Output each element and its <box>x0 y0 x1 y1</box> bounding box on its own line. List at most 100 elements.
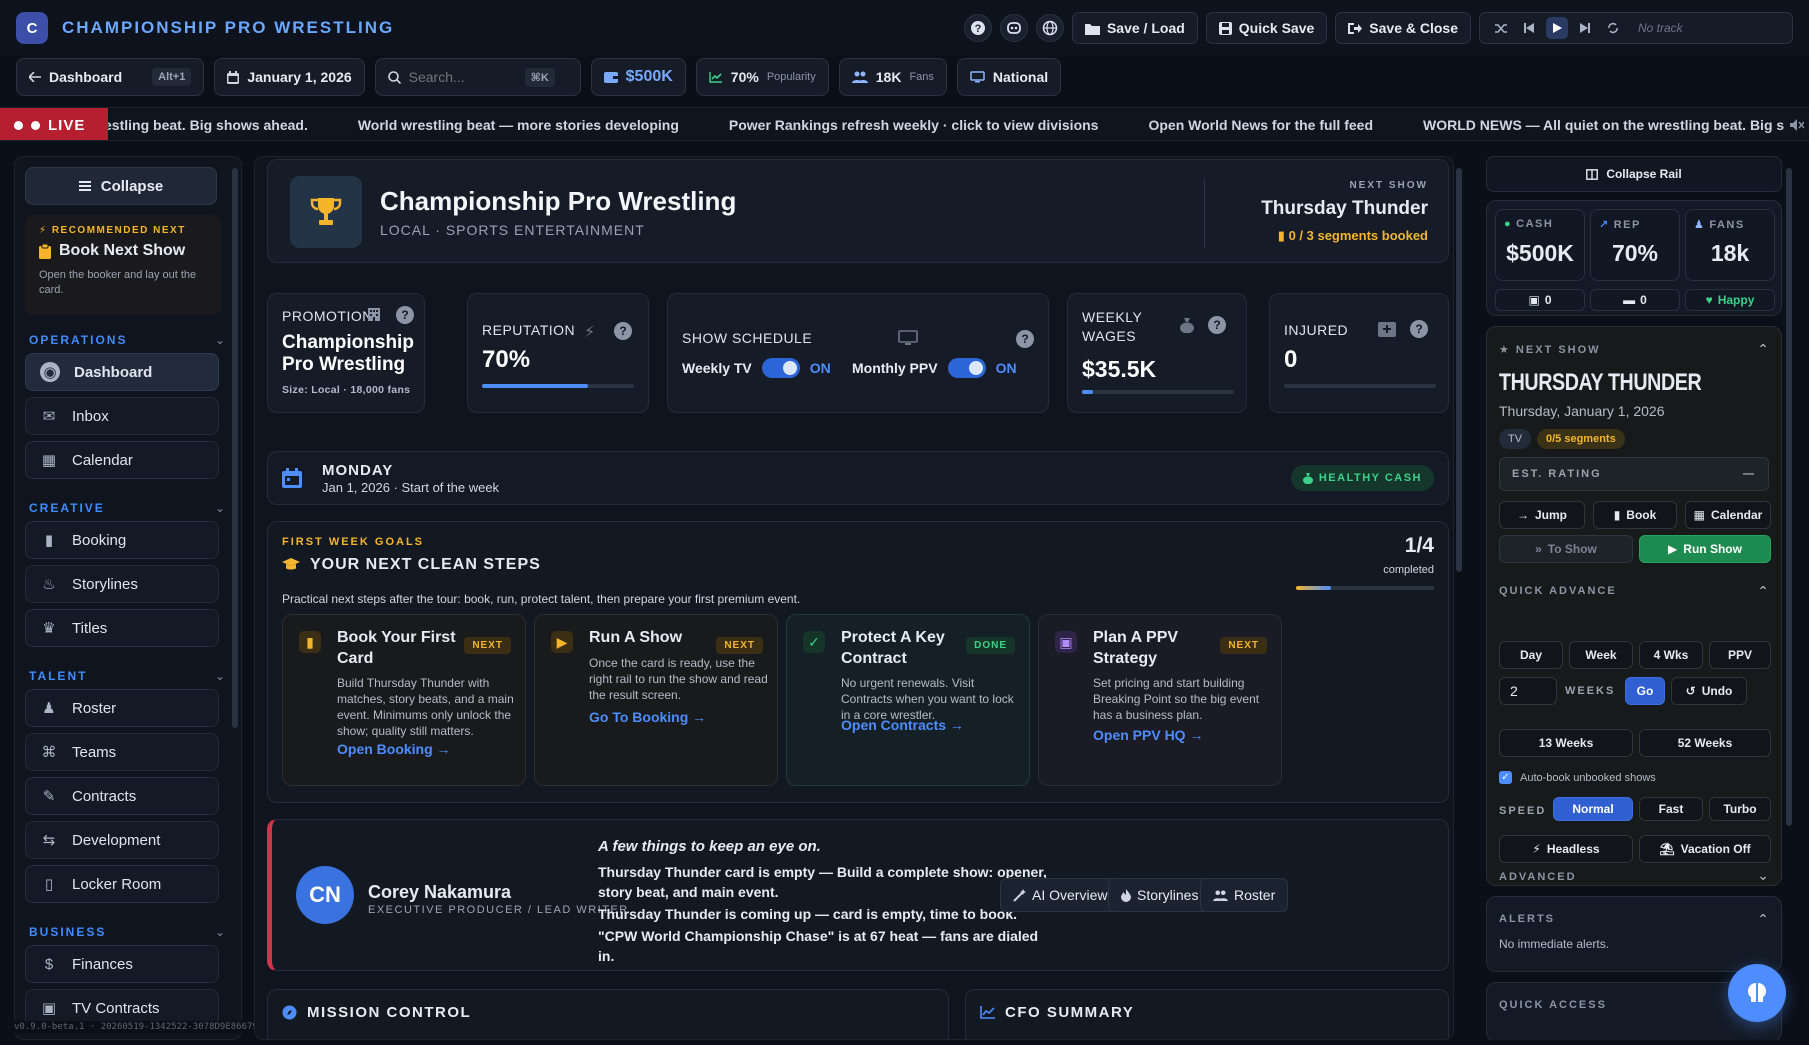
chevron-down-icon[interactable]: ⌄ <box>215 669 227 683</box>
chevron-up-icon[interactable]: ⌃ <box>1757 583 1769 600</box>
main-scrollbar[interactable] <box>1456 168 1462 572</box>
recommended-next-card[interactable]: ⚡ RECOMMENDED NEXT Book Next Show Open t… <box>25 215 221 315</box>
to-show-button[interactable]: » To Show <box>1499 535 1633 563</box>
save-load-button[interactable]: Save / Load <box>1071 12 1198 44</box>
rail-tv-count[interactable]: ▣ 0 <box>1495 289 1585 311</box>
help-icon[interactable]: ? <box>1016 330 1034 348</box>
rail-bed-count[interactable]: ▬ 0 <box>1590 289 1680 311</box>
rail-cash[interactable]: ● CASH $500K <box>1495 209 1585 281</box>
sidebar-item-storylines[interactable]: ♨ Storylines <box>25 565 219 603</box>
help-icon[interactable]: ? <box>963 14 992 42</box>
advanced-tag[interactable]: ADVANCED <box>1499 871 1577 883</box>
undo-button[interactable]: ↺ Undo <box>1671 677 1747 705</box>
save-close-button[interactable]: Save & Close <box>1335 12 1471 44</box>
shuffle-icon[interactable] <box>1490 17 1512 39</box>
sidebar-section-talent[interactable]: TALENT ⌄ <box>25 669 231 683</box>
run-show-button[interactable]: ▶ Run Show <box>1639 535 1771 563</box>
auto-book-row[interactable]: ✓ Auto-book unbooked shows <box>1499 771 1656 784</box>
next-track-icon[interactable] <box>1574 17 1596 39</box>
ticker-mute-icon[interactable] <box>1785 108 1809 140</box>
advance-13-weeks-button[interactable]: 13 Weeks <box>1499 729 1633 757</box>
chevron-down-icon[interactable]: ⌄ <box>215 333 227 347</box>
chevron-down-icon[interactable]: ⌄ <box>1757 867 1769 884</box>
advance-4-weeks-button[interactable]: 4 Wks <box>1639 641 1703 669</box>
fans-chip[interactable]: 18K Fans <box>838 58 947 96</box>
sidebar-item-inbox[interactable]: ✉ Inbox <box>25 397 219 435</box>
chevron-down-icon[interactable]: ⌄ <box>215 925 227 939</box>
cash-chip[interactable]: $500K <box>590 58 686 96</box>
ticker-item[interactable]: e wrestling beat. Big shows ahead. <box>76 117 308 133</box>
checkbox-checked-icon[interactable]: ✓ <box>1499 771 1512 784</box>
rail-morale[interactable]: ♥ Happy <box>1685 289 1775 311</box>
help-icon[interactable]: ? <box>614 322 632 340</box>
weekly-wages-card[interactable]: WEEKLY WAGES ? $35.5K <box>1067 293 1247 413</box>
sidebar-item-locker-room[interactable]: ▯ Locker Room <box>25 865 219 903</box>
sidebar-scrollbar[interactable] <box>232 168 238 728</box>
popularity-chip[interactable]: 70% Popularity <box>695 58 829 96</box>
sidebar-item-titles[interactable]: ♛ Titles <box>25 609 219 647</box>
ai-overview-button[interactable]: AI Overview <box>1000 878 1121 912</box>
weekly-tv-toggle[interactable] <box>761 358 800 378</box>
rail-scrollbar[interactable] <box>1786 168 1792 826</box>
sidebar-item-dashboard[interactable]: ◉ Dashboard <box>25 353 219 391</box>
speed-option-turbo[interactable]: Turbo <box>1709 797 1771 821</box>
sidebar-item-teams[interactable]: ⌘ Teams <box>25 733 219 771</box>
search-box[interactable]: ⌘K <box>374 58 581 96</box>
goal-card[interactable]: ✓ Protect A Key Contract DONE No urgent ren… <box>786 614 1030 786</box>
goal-card[interactable]: ▮ Book Your First Card NEXT Build Thursday … <box>282 614 526 786</box>
reach-chip[interactable]: National <box>956 58 1062 96</box>
goal-link[interactable]: Go To Booking → <box>589 709 706 725</box>
jump-button[interactable]: → Jump <box>1499 501 1585 529</box>
help-icon[interactable]: ? <box>1410 320 1428 338</box>
collapse-sidebar-button[interactable]: Collapse <box>25 167 217 205</box>
speed-option-normal[interactable]: Normal <box>1553 797 1633 821</box>
globe-icon[interactable] <box>1035 14 1064 42</box>
date-chip[interactable]: January 1, 2026 <box>214 58 365 96</box>
weeks-input[interactable] <box>1499 677 1557 705</box>
injured-card[interactable]: INJURED ? 0 <box>1269 293 1449 413</box>
help-icon[interactable]: ? <box>396 306 414 324</box>
ticker-item[interactable]: World wrestling beat — more stories deve… <box>358 117 679 133</box>
sidebar-item-roster[interactable]: ♟ Roster <box>25 689 219 727</box>
rail-fans[interactable]: ♟ FANS 18k <box>1685 209 1775 281</box>
chevron-up-icon[interactable]: ⌃ <box>1757 911 1769 928</box>
sidebar-section-operations[interactable]: OPERATIONS ⌄ <box>25 333 231 347</box>
repeat-icon[interactable] <box>1602 17 1624 39</box>
calendar-button[interactable]: ▦ Calendar <box>1685 501 1771 529</box>
goal-link[interactable]: Open PPV HQ → <box>1093 727 1203 743</box>
advance-ppv-button[interactable]: PPV <box>1709 641 1771 669</box>
help-icon[interactable]: ? <box>1208 316 1226 334</box>
goal-link[interactable]: Open Booking → <box>337 741 451 757</box>
collapse-rail-button[interactable]: Collapse Rail <box>1486 156 1782 192</box>
ticker-item[interactable]: WORLD NEWS — All quiet on the wrestling … <box>1423 117 1809 133</box>
chevron-down-icon[interactable]: ⌄ <box>215 501 227 515</box>
chevron-up-icon[interactable]: ⌃ <box>1757 341 1769 358</box>
previous-track-icon[interactable] <box>1518 17 1540 39</box>
search-input[interactable] <box>408 69 517 85</box>
discord-icon[interactable] <box>999 14 1028 42</box>
sidebar-item-booking[interactable]: ▮ Booking <box>25 521 219 559</box>
goal-card[interactable]: ▣ Plan A PPV Strategy NEXT Set pricing and … <box>1038 614 1282 786</box>
rail-rep[interactable]: ↗ REP 70% <box>1590 209 1680 281</box>
vacation-toggle-button[interactable]: ⛱ Vacation Off <box>1639 835 1771 863</box>
goal-card[interactable]: ▶ Run A Show NEXT Once the card is ready, u… <box>534 614 778 786</box>
sidebar-item-contracts[interactable]: ✎ Contracts <box>25 777 219 815</box>
goal-link[interactable]: Open Contracts → <box>841 717 964 733</box>
speed-option-fast[interactable]: Fast <box>1639 797 1703 821</box>
ticker-item[interactable]: Power Rankings refresh weekly · click to… <box>729 117 1099 133</box>
assistant-fab[interactable] <box>1728 964 1786 1022</box>
roster-button[interactable]: Roster <box>1200 878 1289 912</box>
promotion-card[interactable]: PROMOTION ? Championship Pro Wrestling S… <box>267 293 425 413</box>
sidebar-item-finances[interactable]: $ Finances <box>25 945 219 983</box>
next-show-name[interactable]: Thursday Thunder <box>1261 198 1428 220</box>
dashboard-back-button[interactable]: Dashboard Alt+1 <box>16 58 205 96</box>
ticker-item[interactable]: Open World News for the full feed <box>1148 117 1373 133</box>
sidebar-item-development[interactable]: ⇆ Development <box>25 821 219 859</box>
quick-save-button[interactable]: Quick Save <box>1205 12 1328 44</box>
reputation-card[interactable]: REPUTATION ⚡ ? 70% <box>467 293 649 413</box>
advance-52-weeks-button[interactable]: 52 Weeks <box>1639 729 1771 757</box>
advance-week-button[interactable]: Week <box>1569 641 1633 669</box>
headless-button[interactable]: ⚡ Headless <box>1499 835 1633 863</box>
book-button[interactable]: ▮ Book <box>1593 501 1677 529</box>
advance-day-button[interactable]: Day <box>1499 641 1563 669</box>
